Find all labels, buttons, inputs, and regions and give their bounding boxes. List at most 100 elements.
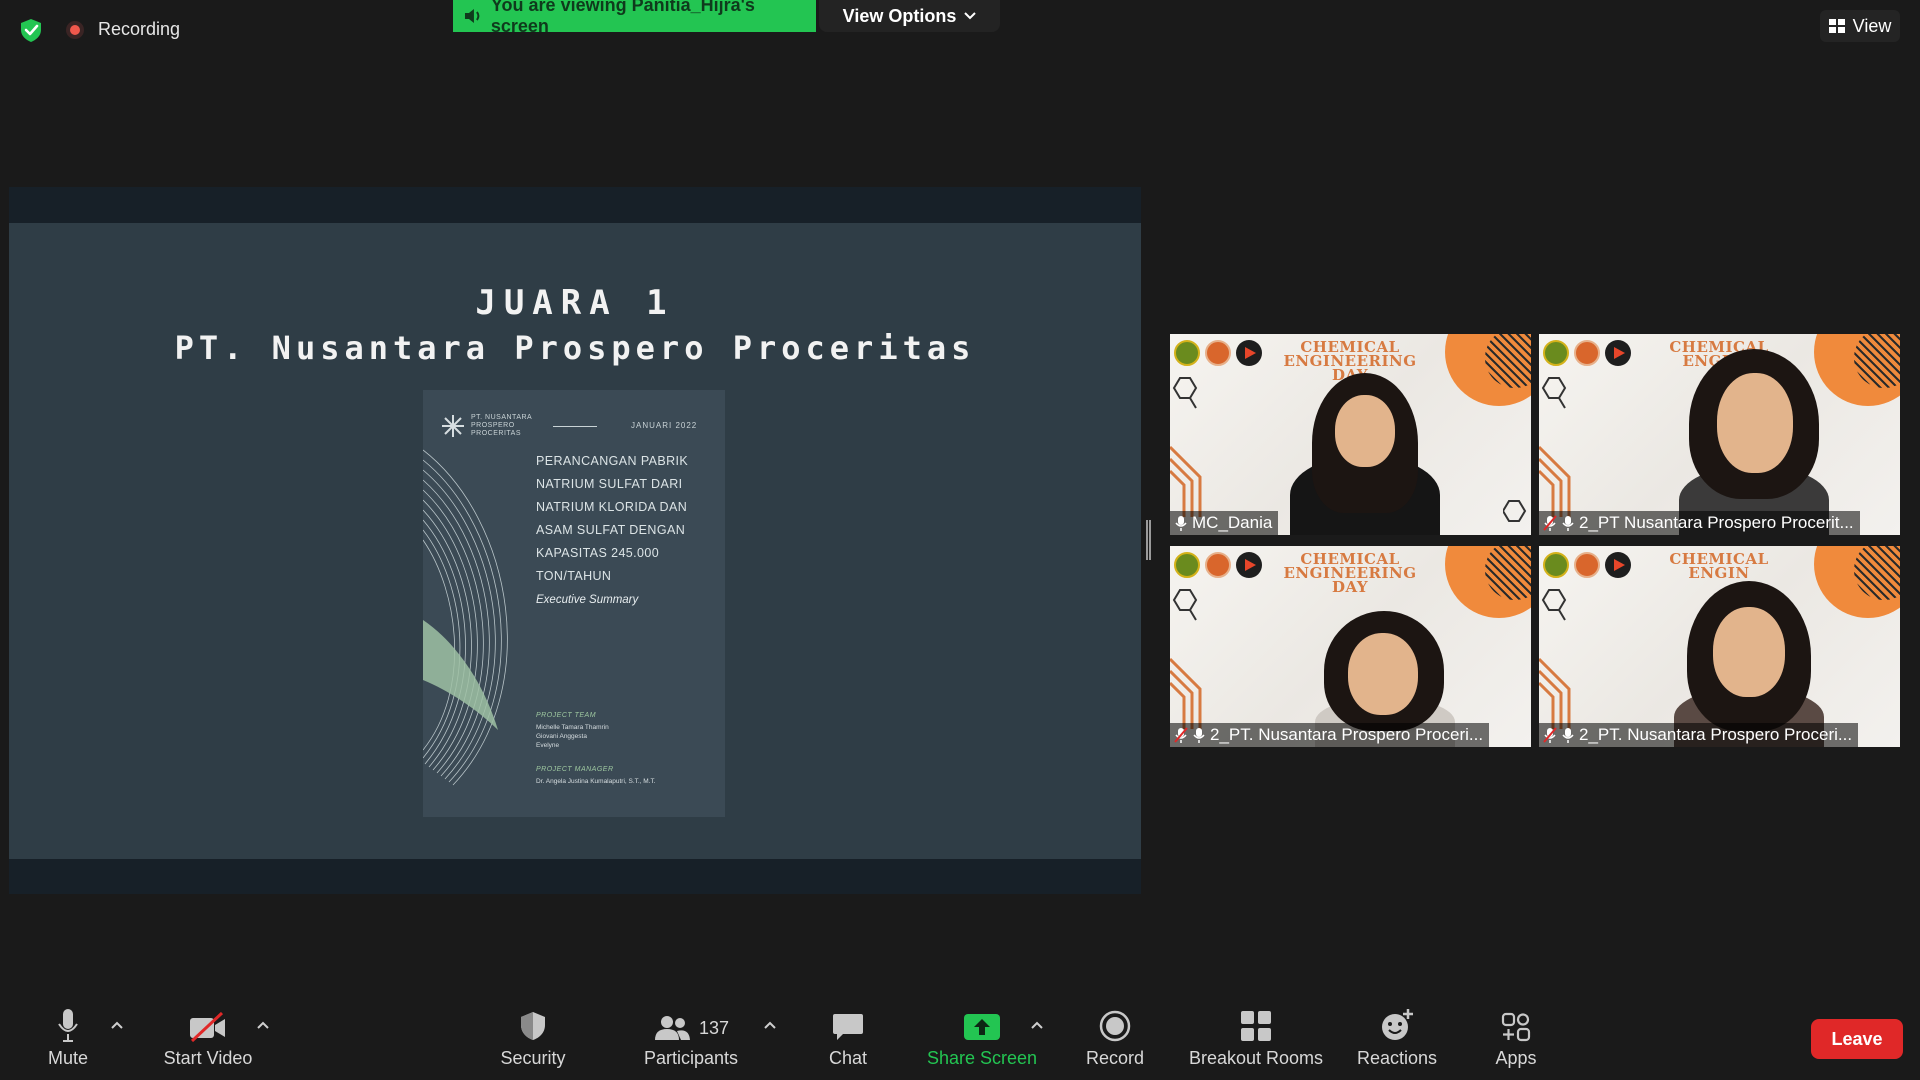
security-button[interactable]: Security xyxy=(493,1000,573,1080)
slide-title-company: PT. Nusantara Prospero Proceritas xyxy=(174,329,976,367)
grid-view-icon xyxy=(1828,19,1845,33)
mic-muted-icon xyxy=(1174,727,1188,743)
hexagon-decoration-icon xyxy=(1172,377,1198,409)
university-logo-icon xyxy=(1174,552,1200,578)
frame-decoration xyxy=(1539,657,1571,729)
mic-icon xyxy=(1562,516,1574,531)
project-team-label: PROJECT TEAM xyxy=(536,712,597,719)
team-member: Michelle Tamara Thamrin xyxy=(536,724,609,731)
mic-muted-icon xyxy=(1175,516,1187,531)
participant-name-label: 2_PT. Nusantara Prospero Proceri... xyxy=(1539,723,1859,747)
company-logo-icon xyxy=(442,415,464,437)
microphone-icon xyxy=(58,1009,78,1042)
heading-line: NATRIUM SULFAT DARI xyxy=(536,477,683,491)
speaker-icon xyxy=(464,9,480,23)
view-options-button[interactable]: View Options xyxy=(819,0,1000,32)
heading-line: KAPASITAS 245.000 xyxy=(536,546,660,560)
participant-tile[interactable]: CHEMICALENGINEERINGDAY MC_Dania xyxy=(1170,334,1531,535)
heading-line: NATRIUM KLORIDA DAN xyxy=(536,500,688,514)
share-screen-arrow-icon xyxy=(964,1014,1000,1040)
participant-tile[interactable]: CHEMICALENGINE 2_PT Nusantara Prospero P… xyxy=(1539,334,1900,535)
participants-options-chevron-up-icon[interactable] xyxy=(763,1020,777,1030)
record-icon xyxy=(1099,1010,1131,1042)
record-label: Record xyxy=(1085,1048,1145,1068)
mute-button[interactable]: Mute xyxy=(38,1000,98,1080)
document-subtitle: Executive Summary xyxy=(536,594,639,606)
slide-title-juara: JUARA 1 xyxy=(475,283,675,323)
start-video-label: Start Video xyxy=(163,1048,253,1068)
department-logo-icon xyxy=(1205,340,1231,366)
participants-icon xyxy=(654,1016,690,1040)
mic-muted-icon xyxy=(1543,727,1557,743)
participants-label: Participants xyxy=(643,1048,739,1068)
participant-name-label: 2_PT Nusantara Prospero Procerit... xyxy=(1539,511,1860,535)
project-team-names: Michelle Tamara Thamrin Giovani Anggesta… xyxy=(536,723,609,750)
document-divider xyxy=(553,426,597,427)
meeting-toolbar: Mute Start Video Security 137 Participan… xyxy=(0,1000,1920,1080)
project-manager-label: PROJECT MANAGER xyxy=(536,766,614,773)
security-label: Security xyxy=(500,1048,566,1068)
recording-indicator[interactable]: Recording xyxy=(66,19,180,40)
event-logo-icon xyxy=(1605,340,1631,366)
participant-name: 2_PT Nusantara Prospero Procerit... xyxy=(1579,513,1854,532)
share-screen-label: Share Screen xyxy=(926,1048,1038,1068)
apps-button[interactable]: Apps xyxy=(1486,1000,1546,1080)
event-logo-icon xyxy=(1236,340,1262,366)
reactions-label: Reactions xyxy=(1356,1048,1438,1068)
presentation-slide: JUARA 1 PT. Nusantara Prospero Procerita… xyxy=(9,223,1141,859)
decorative-arcs xyxy=(423,449,508,786)
share-screen-button[interactable]: Share Screen xyxy=(922,1000,1042,1080)
mute-label: Mute xyxy=(47,1048,89,1068)
logo-text-line-1: PT. NUSANTARA xyxy=(471,414,533,421)
chat-bubble-icon xyxy=(833,1014,863,1040)
mute-options-chevron-up-icon[interactable] xyxy=(110,1020,124,1030)
recording-label: Recording xyxy=(98,19,181,39)
department-logo-icon xyxy=(1574,340,1600,366)
reactions-smiley-icon xyxy=(1382,1009,1413,1040)
shared-screen[interactable]: JUARA 1 PT. Nusantara Prospero Procerita… xyxy=(9,187,1141,894)
view-button[interactable]: View xyxy=(1820,10,1900,42)
view-options-label: View Options xyxy=(842,5,957,26)
participant-video-feed xyxy=(1669,345,1839,535)
event-banner: CHEMICAL ENGIN xyxy=(1669,550,1769,582)
project-manager-name: Dr. Angela Justina Kumalaputri, S.T., M.… xyxy=(536,778,656,785)
breakout-rooms-button[interactable]: Breakout Rooms xyxy=(1186,1000,1326,1080)
participant-name: 2_PT. Nusantara Prospero Proceri... xyxy=(1579,725,1853,744)
participant-tile[interactable]: CHEMICAL ENGIN 2_PT. Nusantara Prospero P… xyxy=(1539,546,1900,747)
record-button[interactable]: Record xyxy=(1075,1000,1155,1080)
breakout-rooms-label: Breakout Rooms xyxy=(1188,1048,1324,1068)
event-logo-icon xyxy=(1236,552,1262,578)
university-logo-icon xyxy=(1543,552,1569,578)
heading-line: ASAM SULFAT DENGAN xyxy=(536,523,686,537)
logo-text-line-3: PROCERITAS xyxy=(471,430,521,437)
encryption-shield-icon[interactable] xyxy=(18,17,44,43)
university-logo-icon xyxy=(1174,340,1200,366)
video-options-chevron-up-icon[interactable] xyxy=(256,1020,270,1030)
viewing-screen-banner: You are viewing Panitia_Hijra's screen xyxy=(453,0,816,36)
apps-icon xyxy=(1501,1012,1531,1042)
start-video-button[interactable]: Start Video xyxy=(158,1000,258,1080)
leave-button[interactable]: Leave xyxy=(1811,1019,1903,1059)
department-logo-icon xyxy=(1205,552,1231,578)
participants-button[interactable]: 137 Participants xyxy=(640,1000,742,1080)
split-view-handle[interactable] xyxy=(1146,520,1151,560)
participant-tile[interactable]: CHEMICAL ENGINEERING DAY 2_PT. Nusantara P… xyxy=(1170,546,1531,747)
participants-count: 137 xyxy=(698,1017,730,1038)
frame-decoration xyxy=(1170,445,1202,517)
chat-button[interactable]: Chat xyxy=(818,1000,878,1080)
participant-name: 2_PT. Nusantara Prospero Proceri... xyxy=(1210,725,1484,744)
document-date: JANUARI 2022 xyxy=(631,421,698,430)
document-logo: PT. NUSANTARA PROSPERO PROCERITAS xyxy=(441,414,532,438)
security-shield-icon xyxy=(521,1012,545,1040)
breakout-rooms-grid-icon xyxy=(1241,1011,1271,1041)
participant-video-feed xyxy=(1669,577,1829,747)
participant-name: MC_Dania xyxy=(1192,513,1273,532)
heading-line: PERANCANGAN PABRIK xyxy=(536,454,689,468)
logo-text-line-2: PROSPERO xyxy=(471,422,515,429)
participant-name-label: MC_Dania xyxy=(1170,511,1279,535)
share-options-chevron-up-icon[interactable] xyxy=(1030,1020,1044,1030)
team-member: Giovani Anggesta xyxy=(536,733,587,740)
view-label: View xyxy=(1852,15,1892,36)
reactions-button[interactable]: Reactions xyxy=(1350,1000,1444,1080)
apps-label: Apps xyxy=(1495,1048,1537,1068)
